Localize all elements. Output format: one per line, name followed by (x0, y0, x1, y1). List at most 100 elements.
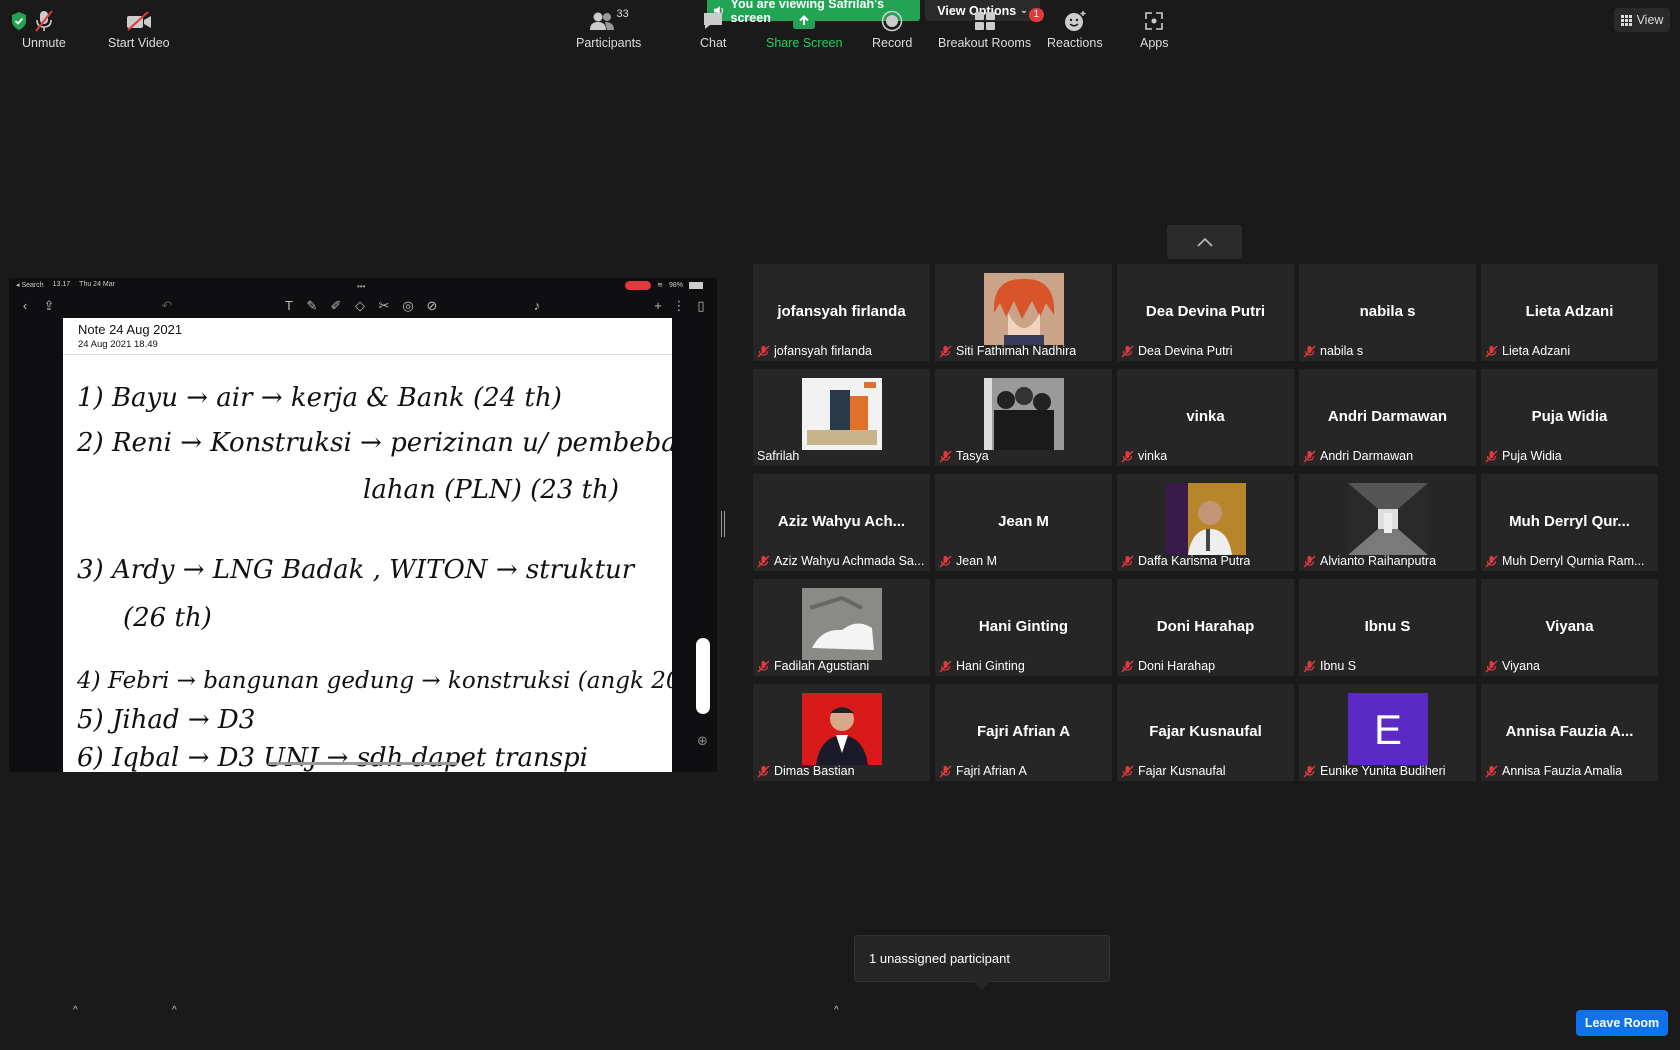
page-scroller[interactable] (696, 638, 710, 714)
participant-tile[interactable]: E Eunike Yunita Budiheri (1299, 684, 1476, 781)
reactions-button[interactable]: Reactions (1047, 6, 1103, 50)
participant-gallery: jofansyah firlanda jofansyah firlanda Siti… (753, 264, 1658, 784)
share-screen-button[interactable]: Share Screen (766, 6, 842, 50)
participant-name-label: Fadilah Agustiani (757, 659, 869, 673)
participant-tile[interactable]: Alvianto Raihanputra (1299, 474, 1476, 571)
participant-tile[interactable]: nabila s nabila s (1299, 264, 1476, 361)
unmute-button[interactable]: Unmute (22, 6, 66, 50)
meeting-toolbar (0, 990, 1680, 1050)
participant-tile[interactable]: Siti Fathimah Nadhira (935, 264, 1112, 361)
handwritten-notes: 1) Bayu → air → kerja & Bank (24 th) 2) … (76, 383, 672, 772)
share-options-caret[interactable]: ^ (834, 1005, 839, 1016)
record-button[interactable]: Record (872, 6, 912, 50)
participant-tile[interactable]: Ibnu S Ibnu S (1299, 579, 1476, 676)
participant-display-name: Viyana (1545, 618, 1594, 635)
participant-tile[interactable]: Annisa Fauzia A... Annisa Fauzia Amalia (1481, 684, 1658, 781)
chat-label: Chat (700, 36, 727, 50)
grid-icon (1620, 14, 1632, 26)
chevron-up-icon (1196, 237, 1213, 247)
pen-tool-icon: ✎ (306, 298, 318, 313)
view-button[interactable]: View (1614, 8, 1670, 32)
participant-tile[interactable]: Tasya (935, 369, 1112, 466)
shapes-tool-icon: ◎ (402, 298, 414, 313)
participant-tile[interactable]: Safrilah (753, 369, 930, 466)
undo-icon: ↶ (161, 298, 173, 313)
participant-display-name: jofansyah firlanda (777, 303, 906, 320)
lasso-tool-icon: ⊘ (426, 298, 438, 313)
note-line-3: lahan (PLN) (23 th) (363, 475, 619, 505)
participant-tile[interactable]: Daffa Karisma Putra (1117, 474, 1294, 571)
participant-label-text: Safrilah (757, 449, 800, 463)
collapse-gallery-button[interactable] (1167, 225, 1242, 259)
participant-tile[interactable]: Puja Widia Puja Widia (1481, 369, 1658, 466)
participant-tile[interactable]: Dea Devina Putri Dea Devina Putri (1117, 264, 1294, 361)
participant-photo (984, 378, 1064, 450)
participant-name-label: Dea Devina Putri (1121, 344, 1233, 358)
video-options-caret[interactable]: ^ (172, 1005, 177, 1016)
participant-label-text: Muh Derryl Qurnia Ram... (1502, 554, 1645, 568)
participant-label-text: Viyana (1502, 659, 1540, 673)
participant-tile[interactable]: vinka vinka (1117, 369, 1294, 466)
participant-name-label: Andri Darmawan (1303, 449, 1413, 463)
participant-label-text: Eunike Yunita Budiheri (1320, 764, 1446, 778)
participant-name-label: Jean M (939, 554, 997, 568)
participant-display-name: Puja Widia (1531, 408, 1608, 425)
add-page-icon: + (654, 298, 662, 313)
start-video-button[interactable]: Start Video (108, 6, 170, 50)
participant-display-name: nabila s (1359, 303, 1416, 320)
participant-tile[interactable]: Aziz Wahyu Ach... Aziz Wahyu Achmada Sa..… (753, 474, 930, 571)
chat-button[interactable]: Chat (700, 6, 726, 50)
participant-tile[interactable]: jofansyah firlanda jofansyah firlanda (753, 264, 930, 361)
participant-tile[interactable]: Muh Derryl Qur... Muh Derryl Qurnia Ram..… (1481, 474, 1658, 571)
participant-name-label: Eunike Yunita Budiheri (1303, 764, 1446, 778)
breakout-rooms-button[interactable]: 1 Breakout Rooms (938, 6, 1045, 50)
participant-photo (802, 588, 882, 660)
participant-photo (1166, 483, 1246, 555)
audio-options-caret[interactable]: ^ (73, 1005, 78, 1016)
mic-muted-icon (1121, 555, 1134, 567)
mic-muted-icon (1485, 450, 1498, 462)
video-off-icon (126, 11, 151, 31)
leave-room-button[interactable]: Leave Room (1576, 1010, 1668, 1036)
participant-name-label: Muh Derryl Qurnia Ram... (1485, 554, 1644, 568)
participant-display-name: Muh Derryl Qur... (1509, 513, 1630, 530)
participant-tile[interactable]: Jean M Jean M (935, 474, 1112, 571)
svg-text:E: E (1374, 706, 1402, 753)
participant-label-text: Fajri Afrian A (956, 764, 1027, 778)
record-icon (881, 10, 903, 32)
participant-tile[interactable]: Viyana Viyana (1481, 579, 1658, 676)
share-screen-label: Share Screen (766, 36, 843, 50)
apps-button[interactable]: Apps (1140, 6, 1169, 50)
participant-tile[interactable]: Doni Harahap Doni Harahap (1117, 579, 1294, 676)
participant-tile[interactable]: Lieta Adzani Lieta Adzani (1481, 264, 1658, 361)
highlighter-tool-icon: ✐ (330, 298, 342, 313)
participant-tile[interactable]: Andri Darmawan Andri Darmawan (1299, 369, 1476, 466)
participant-tile[interactable]: Fajar Kusnaufal Fajar Kusnaufal (1117, 684, 1294, 781)
participant-display-name: Aziz Wahyu Ach... (777, 513, 906, 530)
participant-name-label: nabila s (1303, 344, 1363, 358)
participant-label-text: Fadilah Agustiani (774, 659, 870, 673)
leave-room-label: Leave Room (1584, 1016, 1660, 1030)
ipad-menu-dots: ••• (357, 282, 366, 291)
participant-tile[interactable]: Fajri Afrian A Fajri Afrian A (935, 684, 1112, 781)
participant-label-text: Aziz Wahyu Achmada Sa... (774, 554, 925, 568)
participant-display-name: Fajri Afrian A (976, 723, 1071, 740)
participants-button[interactable]: 33 Participants (576, 6, 641, 50)
participant-name-label: Puja Widia (1485, 449, 1562, 463)
more-icon: ⋮ (672, 298, 686, 313)
participant-tile[interactable]: Dimas Bastian (753, 684, 930, 781)
zoom-icon: ⊕ (697, 733, 708, 748)
eraser-tool-icon: ◇ (355, 298, 365, 313)
participant-tile[interactable]: Hani Ginting Hani Ginting (935, 579, 1112, 676)
participant-tile[interactable]: Fadilah Agustiani (753, 579, 930, 676)
mic-muted-icon (1303, 555, 1316, 567)
participant-name-label: Hani Ginting (939, 659, 1025, 673)
participant-photo (984, 273, 1064, 345)
mic-muted-icon (1121, 450, 1134, 462)
participants-count: 33 (616, 8, 629, 20)
mic-muted-icon (757, 660, 770, 672)
split-divider-handle[interactable] (721, 511, 725, 537)
participant-name-label: Lieta Adzani (1485, 344, 1570, 358)
participant-name-label: Tasya (939, 449, 989, 463)
view-label: View (1636, 13, 1664, 27)
